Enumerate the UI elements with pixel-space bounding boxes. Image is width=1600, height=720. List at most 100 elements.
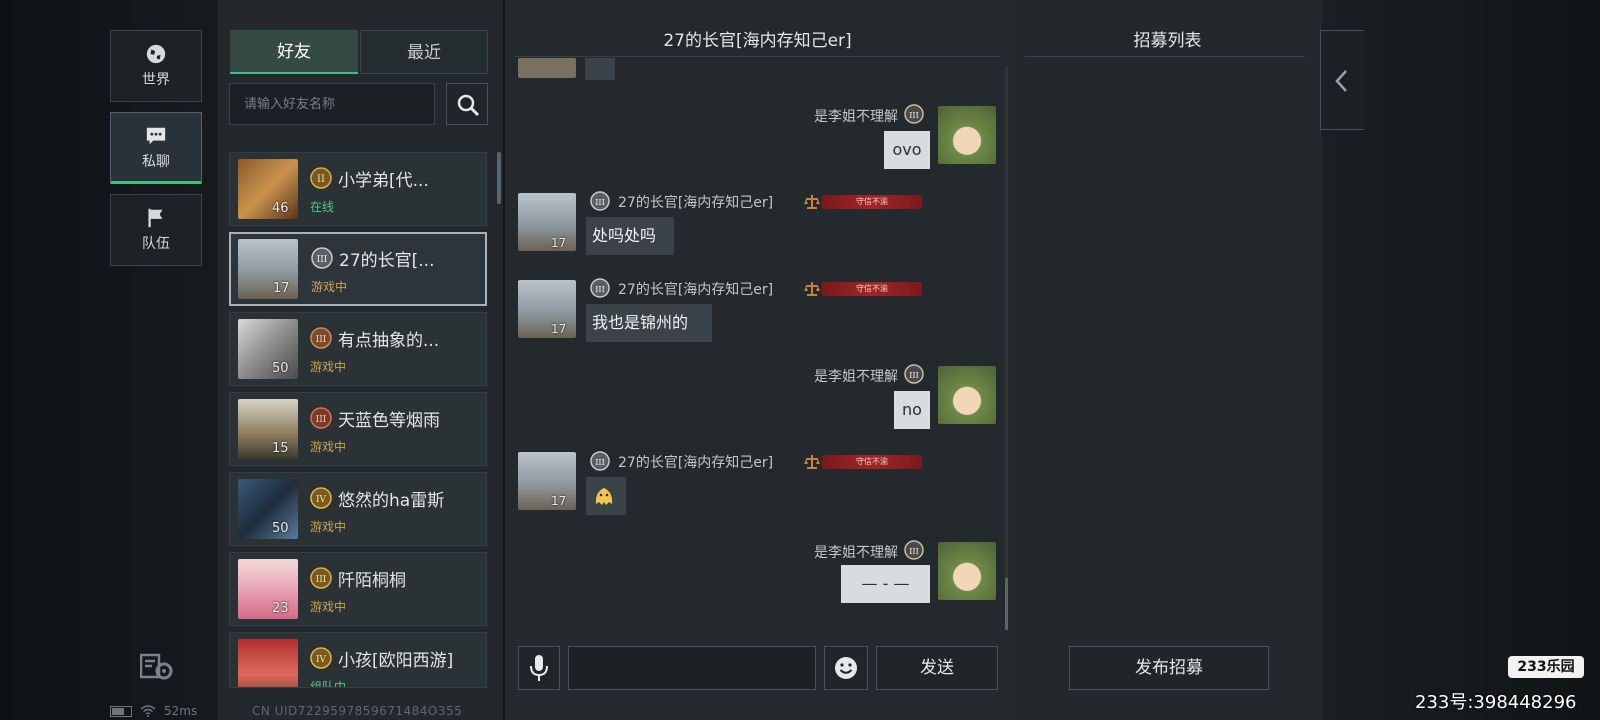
- message-bubble: [585, 58, 615, 80]
- svg-text:III: III: [595, 458, 604, 467]
- friend-name: 天蓝色等烟雨: [338, 411, 440, 431]
- friend-item[interactable]: 15 III 天蓝色等烟雨 游戏中: [229, 392, 487, 466]
- recruit-title: 招募列表: [1133, 31, 1202, 51]
- sender-level: 17: [551, 322, 567, 336]
- voice-button[interactable]: [518, 646, 560, 690]
- rank-badge-icon: III: [590, 451, 610, 471]
- friend-list: 46 II 小学弟[代... 在线 17 III 27的长官[... 游戏中 5…: [229, 152, 489, 694]
- rank-badge-icon: IV: [310, 487, 332, 509]
- sender-level: 17: [551, 494, 567, 508]
- sender-name: 27的长官[海内存知己er]: [618, 282, 774, 298]
- nav-world-button[interactable]: 世界: [110, 30, 202, 102]
- avatar: [938, 366, 996, 424]
- svg-text:III: III: [317, 255, 328, 265]
- chat-message-input[interactable]: [568, 646, 816, 690]
- friend-item[interactable]: 50 IV 悠然的ha雷斯 游戏中: [229, 472, 487, 546]
- rank-badge-icon: II: [310, 167, 332, 189]
- sender-name: 27的长官[海内存知己er]: [618, 455, 774, 471]
- tab-friends[interactable]: 好友: [230, 30, 358, 74]
- tab-recent[interactable]: 最近: [360, 30, 488, 74]
- sender-name: 是李姐不理解: [814, 545, 898, 561]
- scales-icon: [804, 455, 820, 469]
- title-tag: 守信不渝: [822, 282, 922, 296]
- message-bubble: no: [894, 391, 930, 429]
- message-bubble: ovo: [884, 131, 930, 169]
- friend-level: 50: [272, 361, 289, 376]
- rank-badge-icon: III: [904, 104, 924, 124]
- friend-item-selected[interactable]: 17 III 27的长官[... 游戏中: [229, 232, 487, 306]
- search-button[interactable]: [446, 83, 488, 125]
- settings-icon[interactable]: [140, 652, 174, 682]
- left-background: [0, 0, 218, 720]
- message-bubble: — - —: [841, 565, 930, 603]
- avatar: [518, 280, 576, 338]
- friend-item[interactable]: 23 III 阡陌桐桐 游戏中: [229, 552, 487, 626]
- friend-status: 在线: [310, 200, 335, 214]
- smiley-icon: [835, 657, 857, 679]
- friend-status: 组队中: [310, 680, 347, 688]
- friend-item[interactable]: 46 II 小学弟[代... 在线: [229, 152, 487, 226]
- chat-panel: [505, 0, 1013, 720]
- svg-text:III: III: [595, 198, 604, 207]
- nav-team-button[interactable]: 队伍: [110, 194, 202, 266]
- friend-list-scrollbar[interactable]: [497, 152, 501, 204]
- wifi-icon: [140, 705, 156, 717]
- ping-text: 52ms: [164, 704, 198, 718]
- nav-team-label: 队伍: [142, 236, 170, 252]
- message-bubble: 我也是锦州的: [586, 304, 712, 342]
- friend-search-input[interactable]: [229, 83, 435, 125]
- rank-badge-icon: IV: [310, 647, 332, 669]
- rank-badge-icon: III: [311, 247, 333, 269]
- nav-private-button[interactable]: 私聊: [110, 112, 202, 184]
- scales-icon: [804, 282, 820, 296]
- svg-text:III: III: [316, 415, 327, 425]
- rank-badge-icon: III: [310, 327, 332, 349]
- friend-level: 23: [272, 601, 289, 616]
- chat-title: 27的长官[海内存知己er]: [663, 31, 852, 51]
- friend-name: 有点抽象的...: [338, 331, 440, 351]
- rank-badge-icon: III: [904, 364, 924, 384]
- sender-name: 27的长官[海内存知己er]: [618, 195, 774, 211]
- flag-icon: [148, 208, 163, 228]
- avatar: [238, 159, 298, 219]
- avatar: [238, 399, 298, 459]
- title-tag: 守信不渝: [822, 195, 922, 209]
- nav-world-label: 世界: [142, 72, 170, 88]
- message-bubble: 处吗处吗: [586, 217, 674, 255]
- chat-scrollbar-thumb[interactable]: [1005, 578, 1008, 630]
- avatar: [518, 58, 576, 78]
- recruit-panel: [1013, 0, 1322, 720]
- publish-recruit-button[interactable]: 发布招募: [1069, 646, 1269, 690]
- send-button[interactable]: 发送: [876, 646, 998, 690]
- friend-level: 50: [272, 521, 289, 536]
- rank-badge-icon: III: [590, 278, 610, 298]
- battery-icon: [110, 705, 132, 717]
- search-icon: [457, 94, 480, 117]
- emoji-button[interactable]: [824, 646, 868, 690]
- rank-badge-icon: III: [310, 407, 332, 429]
- avatar: [238, 639, 298, 687]
- svg-text:III: III: [909, 547, 918, 556]
- svg-text:III: III: [909, 111, 918, 120]
- chat-scrollbar-track[interactable]: [1005, 66, 1008, 626]
- friend-level: 46: [272, 201, 289, 216]
- svg-text:II: II: [317, 174, 325, 185]
- friend-item[interactable]: IV 小孩[欧阳西游] 组队中: [229, 632, 487, 688]
- friend-level: 17: [273, 281, 290, 296]
- friend-name: 27的长官[...: [339, 251, 435, 271]
- microphone-icon: [530, 655, 548, 681]
- friend-name: 悠然的ha雷斯: [338, 491, 445, 511]
- emoji-sticker-icon: [595, 488, 613, 505]
- friend-status: 游戏中: [310, 440, 347, 454]
- svg-text:III: III: [316, 335, 327, 345]
- chat-bubble-icon: [146, 127, 166, 145]
- title-tag: 守信不渝: [822, 455, 922, 469]
- collapse-panel-button[interactable]: [1320, 30, 1364, 130]
- friend-item[interactable]: 50 III 有点抽象的... 游戏中: [229, 312, 487, 386]
- watermark-logo: 233乐园: [1508, 656, 1584, 678]
- friend-name: 小学弟[代...: [338, 171, 429, 191]
- friend-name: 小孩[欧阳西游]: [338, 651, 454, 671]
- nav-private-label: 私聊: [142, 154, 170, 170]
- avatar: [518, 193, 576, 251]
- avatar: [938, 106, 996, 164]
